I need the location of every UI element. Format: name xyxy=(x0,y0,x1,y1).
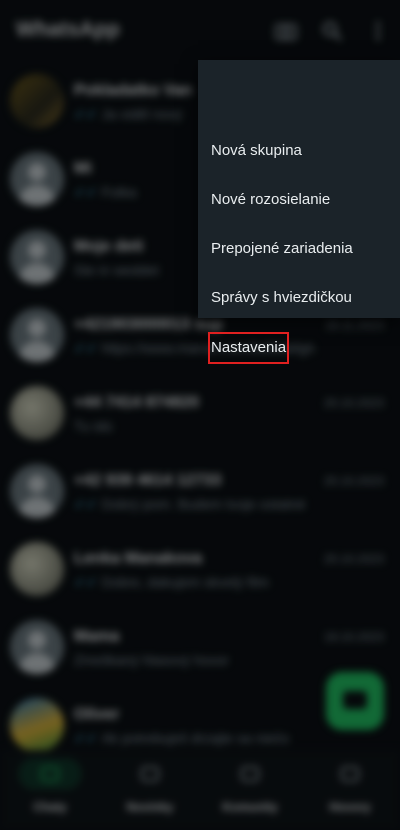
overflow-menu: Nová skupina Nové rozosielanie Prepojené… xyxy=(198,60,400,364)
menu-item-starred-messages[interactable]: Správy s hviezdičkou xyxy=(210,284,353,312)
menu-item-settings[interactable]: Nastavenia xyxy=(207,332,290,364)
menu-item-new-group[interactable]: Nová skupina xyxy=(210,137,303,165)
menu-item-linked-devices[interactable]: Prepojené zariadenia xyxy=(210,235,354,263)
menu-item-new-broadcast[interactable]: Nové rozosielanie xyxy=(210,186,331,214)
